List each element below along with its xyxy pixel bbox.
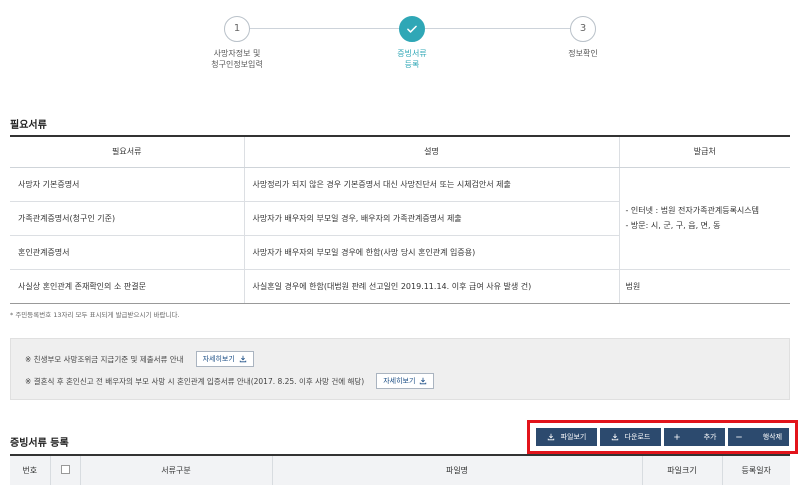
file-view-button[interactable]: 파일보기	[536, 428, 597, 446]
add-label: 추가	[703, 433, 717, 441]
step-label: 사망자정보 및 청구인정보입력	[167, 48, 307, 70]
download-icon	[239, 355, 246, 363]
table-row: 사실상 혼인관계 존재확인의 소 판결문 사실혼일 경우에 한함(대법원 판례 …	[10, 269, 790, 304]
step-label: 정보확인	[513, 48, 653, 59]
column-header-issuer: 발급처	[618, 135, 790, 168]
download-button[interactable]: 다운로드	[600, 428, 661, 446]
column-header-filename: 파일명	[271, 454, 642, 485]
detail-button-label: 자세히보기	[383, 377, 416, 385]
column-header-type: 서류구분	[79, 454, 272, 485]
step-3: 3 정보확인	[513, 16, 653, 59]
step-label-line: 증빙서류	[397, 49, 427, 58]
notice-text: ※ 결혼식 후 혼인신고 전 배우자의 부모 사망 시 혼인관계 입증서류 안내…	[25, 376, 365, 386]
notice-row: ※ 친생부모 사망조위금 지급기준 및 제출서류 안내 자세히보기	[25, 351, 254, 367]
detail-button[interactable]: 자세히보기	[376, 373, 435, 389]
download-label: 다운로드	[624, 433, 651, 441]
select-all-checkbox[interactable]	[60, 465, 70, 474]
download-icon	[547, 433, 554, 441]
detail-button[interactable]: 자세히보기	[195, 351, 254, 367]
step-label: 증빙서류 등록	[342, 48, 482, 70]
step-label-line: 청구인정보입력	[211, 60, 263, 69]
required-docs-title: 필요서류	[10, 120, 47, 131]
file-action-toolbar: 파일보기 다운로드 추가 행삭제	[527, 420, 798, 454]
step-number: 1	[224, 16, 250, 42]
step-label-line: 사망자정보 및	[213, 49, 261, 58]
progress-stepper: 1 사망자정보 및 청구인정보입력 증빙서류 등록 3 정보확인	[0, 0, 800, 100]
doc-name: 혼인관계증명서	[10, 235, 244, 270]
register-table: 번호 서류구분 파일명 파일크기 등록일자	[10, 454, 790, 485]
doc-name: 사망자 기본증명서	[10, 167, 244, 202]
detail-button-label: 자세히보기	[202, 355, 235, 363]
column-header-no: 번호	[10, 454, 50, 485]
column-header-filesize: 파일크기	[641, 454, 722, 485]
step-label-line: 등록	[404, 60, 420, 69]
download-icon	[611, 433, 618, 441]
notice-box: ※ 친생부모 사망조위금 지급기준 및 제출서류 안내 자세히보기 ※ 결혼식 …	[10, 338, 790, 400]
doc-name: 사실상 혼인관계 존재확인의 소 판결문	[10, 269, 244, 304]
select-all-cell	[49, 454, 80, 485]
issuer-online: - 인터넷 : 법원 전자가족관계등록시스템	[625, 206, 760, 215]
table-row: 사망자 기본증명서 사망정리가 되지 않은 경우 기본증명서 대신 사망진단서 …	[10, 167, 790, 270]
doc-desc: 사망자가 배우자의 부모일 경우에 한함(사망 당시 혼인관계 입증용)	[243, 235, 619, 270]
step-1: 1 사망자정보 및 청구인정보입력	[167, 16, 307, 70]
register-title: 증빙서류 등록	[10, 438, 69, 449]
add-button[interactable]: 추가	[664, 428, 725, 446]
download-icon	[420, 377, 427, 385]
issuer-cell: - 인터넷 : 법원 전자가족관계등록시스템 - 방문: 시, 군, 구, 읍,…	[618, 167, 790, 270]
delete-row-button[interactable]: 행삭제	[728, 428, 789, 446]
check-icon	[399, 16, 425, 42]
step-2: 증빙서류 등록	[342, 16, 482, 70]
step-label-line: 정보확인	[568, 49, 598, 58]
delete-row-label: 행삭제	[762, 433, 783, 441]
file-view-label: 파일보기	[560, 433, 587, 441]
column-header-doc: 필요서류	[10, 135, 244, 168]
notice-text: ※ 친생부모 사망조위금 지급기준 및 제출서류 안내	[25, 354, 184, 364]
doc-name: 가족관계증명서(청구인 기준)	[10, 201, 244, 236]
footnote: * 주민등록번호 13자리 모두 표시되게 발급받으시기 바랍니다.	[10, 311, 180, 319]
doc-desc: 사망자가 배우자의 부모일 경우, 배우자의 가족관계증명서 제출	[243, 201, 619, 236]
column-header-desc: 설명	[243, 135, 619, 168]
minus-icon	[736, 436, 742, 438]
column-header-date: 등록일자	[721, 454, 790, 485]
doc-desc: 사망정리가 되지 않은 경우 기본증명서 대신 사망진단서 또는 시체검안서 제…	[243, 167, 619, 202]
step-number: 3	[570, 16, 596, 42]
table-header-row: 번호 서류구분 파일명 파일크기 등록일자	[10, 454, 790, 485]
issuer-visit: - 방문: 시, 군, 구, 읍, 면, 동	[625, 221, 721, 230]
doc-desc: 사실혼일 경우에 한함(대법원 판례 선고일인 2019.11.14. 이후 급…	[243, 269, 619, 304]
table-header-row: 필요서류 설명 발급처	[10, 135, 790, 168]
required-docs-table: 필요서류 설명 발급처 사망자 기본증명서 사망정리가 되지 않은 경우 기본증…	[10, 135, 790, 304]
notice-row: ※ 결혼식 후 혼인신고 전 배우자의 부모 사망 시 혼인관계 입증서류 안내…	[25, 373, 435, 389]
plus-icon	[673, 434, 680, 440]
issuer-court: 법원	[618, 269, 790, 304]
